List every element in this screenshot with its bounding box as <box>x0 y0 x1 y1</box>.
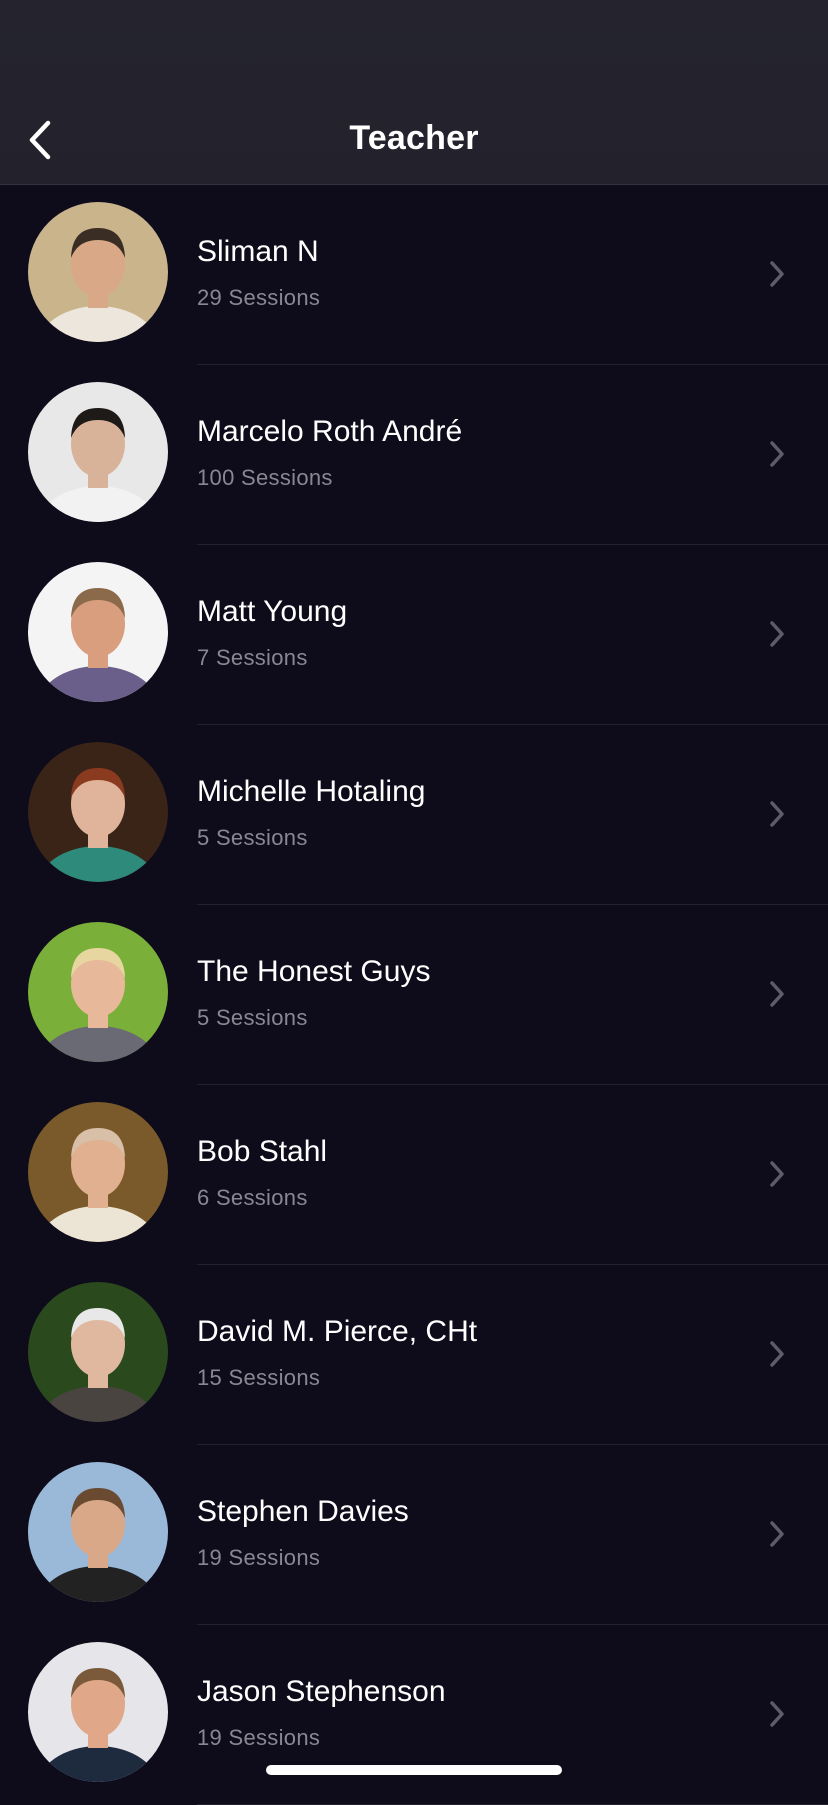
teacher-session-count: 19 Sessions <box>197 1545 321 1570</box>
teacher-name: Michelle Hotaling <box>197 775 426 808</box>
teacher-session-count: 19 Sessions <box>197 1725 321 1750</box>
teacher-row[interactable]: Sliman N 29 Sessions <box>0 185 828 365</box>
teacher-row[interactable]: Stephen Davies 19 Sessions <box>0 1445 828 1625</box>
chevron-right-icon <box>770 1521 784 1547</box>
teacher-avatar <box>28 1102 168 1242</box>
teacher-name: Jason Stephenson <box>197 1675 446 1708</box>
teacher-session-count: 15 Sessions <box>197 1365 321 1390</box>
chevron-right-icon <box>770 801 784 827</box>
teacher-name: Bob Stahl <box>197 1135 328 1168</box>
teacher-row[interactable]: David M. Pierce, CHt 15 Sessions <box>0 1265 828 1445</box>
teacher-avatar <box>28 1282 168 1422</box>
chevron-right-icon <box>770 1161 784 1187</box>
home-indicator <box>266 1765 562 1775</box>
teacher-session-count: 5 Sessions <box>197 1005 308 1030</box>
chevron-right-icon <box>770 981 784 1007</box>
teacher-avatar <box>28 1462 168 1602</box>
teacher-session-count: 29 Sessions <box>197 285 321 310</box>
teacher-name: David M. Pierce, CHt <box>197 1315 478 1348</box>
chevron-right-icon <box>770 1341 784 1367</box>
teacher-row[interactable]: Jason Stephenson 19 Sessions <box>0 1625 828 1805</box>
chevron-right-icon <box>770 261 784 287</box>
teacher-row[interactable]: Michelle Hotaling 5 Sessions <box>0 725 828 905</box>
chevron-right-icon <box>770 441 784 467</box>
teacher-name: Marcelo Roth André <box>197 415 463 448</box>
nav-bar: Teacher <box>0 0 828 185</box>
teacher-avatar <box>28 922 168 1062</box>
teacher-name: Sliman N <box>197 235 319 268</box>
teacher-avatar <box>28 562 168 702</box>
teacher-list: Sliman N 29 Sessions Marcelo Roth André 100… <box>0 185 828 1805</box>
teacher-name: Matt Young <box>197 595 348 628</box>
teacher-name: The Honest Guys <box>197 955 431 988</box>
teacher-name: Stephen Davies <box>197 1495 409 1528</box>
teacher-session-count: 7 Sessions <box>197 645 308 670</box>
teacher-avatar <box>28 202 168 342</box>
chevron-right-icon <box>770 621 784 647</box>
teacher-row[interactable]: Matt Young 7 Sessions <box>0 545 828 725</box>
page-title: Teacher <box>349 119 479 157</box>
teacher-session-count: 100 Sessions <box>197 465 333 490</box>
teacher-session-count: 5 Sessions <box>197 825 308 850</box>
teacher-row[interactable]: The Honest Guys 5 Sessions <box>0 905 828 1085</box>
teacher-row[interactable]: Marcelo Roth André 100 Sessions <box>0 365 828 545</box>
teacher-row[interactable]: Bob Stahl 6 Sessions <box>0 1085 828 1265</box>
teacher-avatar <box>28 742 168 882</box>
chevron-right-icon <box>770 1701 784 1727</box>
teacher-avatar <box>28 382 168 522</box>
teacher-session-count: 6 Sessions <box>197 1185 308 1210</box>
teacher-avatar <box>28 1642 168 1782</box>
